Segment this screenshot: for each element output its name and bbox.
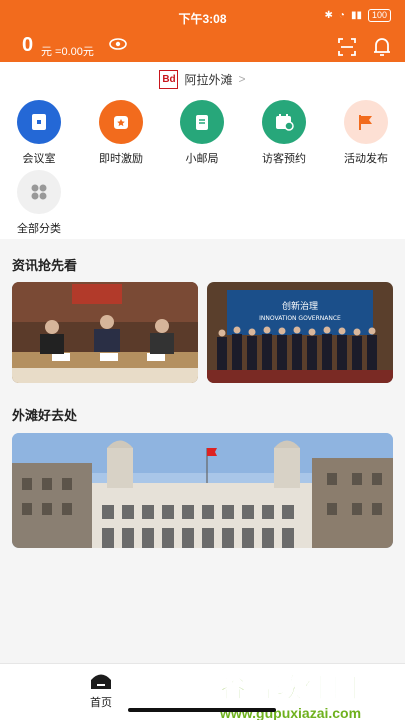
service-label: 活动发布 bbox=[344, 153, 388, 165]
eye-icon[interactable] bbox=[109, 37, 127, 56]
bell-icon[interactable] bbox=[372, 36, 392, 63]
home-indicator bbox=[128, 708, 276, 712]
status-bar: 下午3:08 ✱ ◔ ▮▮ 100 bbox=[0, 0, 405, 32]
service-label: 访客预约 bbox=[262, 153, 306, 165]
meeting-photo bbox=[12, 282, 198, 383]
banner-title: 创新治理 bbox=[282, 300, 318, 312]
status-icons: ✱ ◔ ▮▮ 100 bbox=[325, 9, 391, 22]
service-post-office[interactable]: 小邮局 bbox=[167, 100, 237, 166]
service-label: 即时激励 bbox=[99, 153, 143, 165]
bluetooth-icon: ✱ bbox=[324, 10, 333, 21]
service-label: 小邮局 bbox=[185, 153, 219, 165]
tab-home[interactable]: 首页 bbox=[84, 671, 118, 710]
bund-building-photo bbox=[12, 433, 393, 548]
points-money: 元 =0.00元 bbox=[41, 46, 94, 58]
service-meeting-room[interactable]: 会议室 bbox=[4, 100, 74, 166]
services-card: Bd 阿拉外滩 > 会议室 即时激励 小邮局 访客预约 活动发布 全部分类 bbox=[0, 62, 405, 239]
grid-icon bbox=[17, 170, 61, 214]
reward-icon bbox=[99, 100, 143, 144]
service-all-categories[interactable]: 全部分类 bbox=[4, 170, 74, 236]
signal-icon: ▮▮ bbox=[350, 10, 362, 21]
chevron-right-icon: > bbox=[238, 72, 246, 86]
news-card-meeting[interactable] bbox=[12, 282, 198, 383]
post-office-icon bbox=[180, 100, 224, 144]
service-activity-publish[interactable]: 活动发布 bbox=[331, 100, 401, 166]
service-visitor-booking[interactable]: 访客预约 bbox=[249, 100, 319, 166]
home-icon bbox=[91, 674, 111, 689]
banner-subtitle: INNOVATION GOVERNANCE bbox=[259, 315, 341, 322]
news-section-title: 资讯抢先看 bbox=[12, 258, 78, 273]
scan-icon[interactable] bbox=[337, 37, 357, 62]
watermark-title: 谷普软件园 bbox=[220, 673, 361, 704]
battery-indicator: 100 bbox=[367, 9, 391, 22]
brand-name: 阿拉外滩 bbox=[184, 72, 233, 87]
spot-card-bund-building[interactable] bbox=[12, 433, 393, 548]
service-label: 全部分类 bbox=[17, 223, 61, 235]
innovation-photo: 创新治理 INNOVATION GOVERNANCE bbox=[207, 282, 393, 383]
brand-logo: Bd bbox=[159, 69, 179, 89]
header-bar: 0 元 =0.00元 bbox=[0, 32, 405, 62]
news-card-innovation[interactable]: 创新治理 INNOVATION GOVERNANCE bbox=[207, 282, 393, 383]
calendar-icon bbox=[262, 100, 306, 144]
service-instant-reward[interactable]: 即时激励 bbox=[86, 100, 156, 166]
flag-icon bbox=[344, 100, 388, 144]
alarm-icon: ◔ bbox=[338, 10, 345, 21]
brand-selector[interactable]: Bd 阿拉外滩 > bbox=[0, 68, 405, 90]
meeting-room-icon bbox=[17, 100, 61, 144]
spots-section-title: 外滩好去处 bbox=[12, 408, 78, 423]
service-label: 会议室 bbox=[22, 153, 56, 165]
tab-home-label: 首页 bbox=[90, 697, 112, 709]
points-value: 0 bbox=[22, 34, 34, 56]
